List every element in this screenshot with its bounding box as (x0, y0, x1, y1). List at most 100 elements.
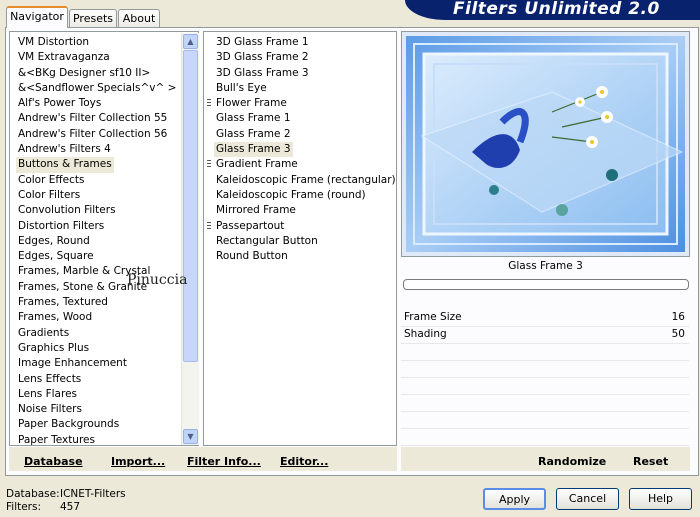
filter-item[interactable]: Rectangular Button (204, 234, 396, 249)
category-item[interactable]: Buttons & Frames (16, 157, 198, 173)
category-item[interactable]: Andrew's Filter Collection 56 (18, 127, 198, 142)
filter-label: Flower Frame (216, 97, 287, 110)
category-item[interactable]: &<Sandflower Specials^v^ > (18, 81, 198, 96)
filter-item[interactable]: Bull's Eye (204, 81, 396, 96)
category-label: Buttons & Frames (16, 157, 114, 173)
filter-item[interactable]: Mirrored Frame (204, 203, 396, 218)
category-list[interactable]: VM Distortion VM Extravaganza &<BKg Design… (10, 32, 198, 446)
control-name: Shading (404, 328, 447, 340)
control-row[interactable]: Frame Size 16 (401, 310, 689, 327)
help-button[interactable]: Help (629, 488, 692, 510)
category-item[interactable]: Paper Backgrounds (18, 417, 198, 432)
category-label: Noise Filters (18, 403, 82, 416)
category-label: &<BKg Designer sf10 II> (18, 66, 151, 79)
category-label: Edges, Square (18, 250, 94, 263)
watermark-text: Pinuccia (127, 272, 188, 288)
category-label: Andrew's Filter Collection 56 (18, 127, 168, 140)
folder-grip-icon (207, 221, 211, 231)
category-item[interactable]: Graphics Plus (18, 341, 198, 356)
category-item[interactable]: Lens Effects (18, 372, 198, 387)
app-title: Filters Unlimited 2.0 (453, 0, 660, 19)
category-item[interactable]: Frames, Wood (18, 310, 198, 325)
category-item[interactable]: Edges, Round (18, 234, 198, 249)
category-item[interactable]: VM Extravaganza (18, 50, 198, 65)
filter-label: Glass Frame 3 (214, 142, 293, 158)
category-item[interactable]: Edges, Square (18, 249, 198, 264)
filter-info-button[interactable]: Filter Info... (187, 455, 261, 468)
category-item[interactable]: Frames, Textured (18, 295, 198, 310)
category-item[interactable]: Distortion Filters (18, 219, 198, 234)
tab-presets[interactable]: Presets (69, 9, 117, 27)
filter-item[interactable]: Passepartout (204, 219, 396, 234)
category-item[interactable]: Paper Textures (18, 433, 198, 446)
filter-label: Glass Frame 2 (216, 127, 291, 140)
category-item[interactable]: Color Filters (18, 188, 198, 203)
control-row (401, 395, 689, 412)
filter-item[interactable]: Round Button (204, 249, 396, 264)
category-item[interactable]: Gradients (18, 326, 198, 341)
cancel-button[interactable]: Cancel (556, 488, 619, 510)
reset-button[interactable]: Reset (633, 455, 668, 468)
filter-item[interactable]: 3D Glass Frame 2 (204, 50, 396, 65)
randomize-button[interactable]: Randomize (538, 455, 606, 468)
control-row (401, 361, 689, 378)
import-button[interactable]: Import... (111, 455, 165, 468)
control-value[interactable]: 50 (672, 328, 685, 340)
filter-label: Bull's Eye (216, 81, 267, 94)
category-item[interactable]: Noise Filters (18, 402, 198, 417)
preview-frame (401, 31, 690, 257)
category-label: Lens Effects (18, 372, 82, 385)
category-item[interactable]: VM Distortion (18, 35, 198, 50)
control-row[interactable]: Shading 50 (401, 327, 689, 344)
editor-button[interactable]: Editor... (280, 455, 328, 468)
category-item[interactable]: Andrew's Filters 4 (18, 142, 198, 157)
folder-grip-icon (207, 160, 211, 170)
category-label: Image Enhancement (18, 357, 127, 370)
category-label: Paper Textures (18, 433, 95, 446)
category-label: Frames, Textured (18, 296, 108, 309)
control-row (401, 429, 689, 446)
status-filters-label: Filters: (6, 501, 42, 513)
tab-about[interactable]: About (118, 9, 160, 27)
category-label: Andrew's Filter Collection 55 (18, 112, 168, 125)
filter-item[interactable]: Glass Frame 3 (204, 142, 396, 158)
filter-item[interactable]: Kaleidoscopic Frame (round) (204, 188, 396, 203)
category-label: Andrew's Filters 4 (18, 143, 111, 156)
control-row (401, 412, 689, 429)
scroll-thumb[interactable] (183, 50, 198, 362)
filter-item[interactable]: Gradient Frame (204, 157, 396, 172)
preview-image (406, 36, 685, 252)
category-item[interactable]: Convolution Filters (18, 203, 198, 218)
scroll-down-icon[interactable]: ▼ (183, 429, 198, 444)
preview-filter-name: Glass Frame 3 (508, 260, 583, 272)
category-label: Alf's Power Toys (18, 97, 102, 110)
category-item[interactable]: Andrew's Filter Collection 55 (18, 111, 198, 126)
progress-bar (403, 279, 689, 290)
filter-item[interactable]: Flower Frame (204, 96, 396, 111)
tab-navigator[interactable]: Navigator (6, 6, 68, 28)
filter-label: 3D Glass Frame 2 (216, 51, 309, 64)
control-row (401, 378, 689, 395)
category-item[interactable]: Image Enhancement (18, 356, 198, 371)
filter-item[interactable]: 3D Glass Frame 3 (204, 66, 396, 81)
filter-list[interactable]: 3D Glass Frame 1 3D Glass Frame 2 3D Glass… (204, 32, 396, 264)
category-item[interactable]: Lens Flares (18, 387, 198, 402)
category-item[interactable]: Color Effects (18, 173, 198, 188)
filter-item[interactable]: 3D Glass Frame 1 (204, 35, 396, 50)
category-label: Graphics Plus (18, 341, 90, 354)
category-scrollbar[interactable]: ▲ ▼ (181, 33, 199, 445)
control-name: Frame Size (404, 311, 462, 323)
filter-item[interactable]: Kaleidoscopic Frame (rectangular) (204, 173, 396, 188)
control-value[interactable]: 16 (672, 311, 685, 323)
apply-button[interactable]: Apply (483, 488, 546, 510)
category-label: &<Sandflower Specials^v^ > (18, 81, 177, 94)
filter-item[interactable]: Glass Frame 1 (204, 111, 396, 126)
filter-item[interactable]: Glass Frame 2 (204, 127, 396, 142)
category-item[interactable]: &<BKg Designer sf10 II> (18, 66, 198, 81)
category-label: Color Effects (18, 173, 85, 186)
category-label: Convolution Filters (18, 204, 116, 217)
category-item[interactable]: Alf's Power Toys (18, 96, 198, 111)
database-button[interactable]: Database (24, 455, 83, 468)
scroll-up-icon[interactable]: ▲ (183, 34, 198, 49)
category-label: Paper Backgrounds (18, 418, 120, 431)
